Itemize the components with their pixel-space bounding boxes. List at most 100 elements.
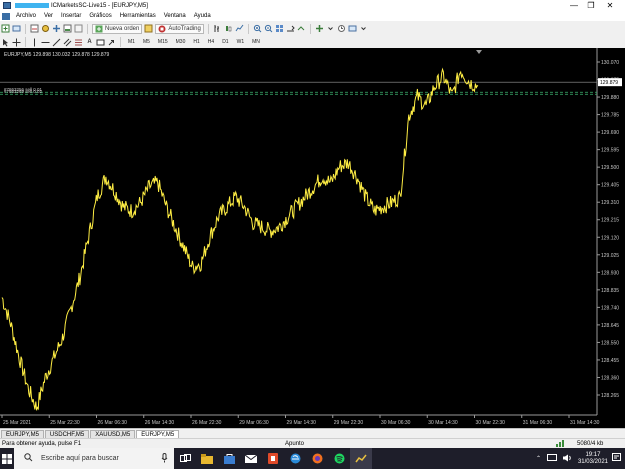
windows-taskbar: Escribe aquí para buscar ⌃ 19:17 31/03/2… <box>0 448 625 469</box>
navigator-icon[interactable] <box>52 24 61 34</box>
candlestick-icon[interactable] <box>224 24 233 34</box>
crosshair-icon[interactable] <box>12 37 21 47</box>
price-tick-label: 129.120 <box>601 235 619 241</box>
indicators-icon[interactable] <box>315 24 324 34</box>
chart-window-icon <box>2 12 10 20</box>
periods-icon[interactable] <box>337 24 346 34</box>
autotrading-button[interactable]: AutoTrading <box>155 23 204 34</box>
terminal-icon[interactable] <box>63 24 72 34</box>
menu-herramientas[interactable]: Herramientas <box>116 13 160 19</box>
firefox-icon[interactable] <box>306 448 328 469</box>
chart-canvas[interactable]: 130.070129.975129.880129.785129.690129.5… <box>0 48 625 428</box>
time-tick-label: 30 Mar 06:30 <box>381 420 411 426</box>
data-window-icon[interactable] <box>41 24 50 34</box>
title-bar: ICMarketsSC-Live15 - [EURJPY,M5] — ❐ ✕ <box>0 0 625 11</box>
minimize-button[interactable]: — <box>567 0 581 11</box>
price-tick-label: 129.025 <box>601 253 619 259</box>
indicators-dropdown-icon[interactable] <box>326 24 335 34</box>
taskbar-search[interactable]: Escribe aquí para buscar <box>14 448 174 469</box>
notifications-icon[interactable] <box>612 453 621 464</box>
new-chart-icon[interactable] <box>1 24 10 34</box>
price-tick-label: 129.405 <box>601 183 619 189</box>
network-icon[interactable] <box>546 453 557 464</box>
clock[interactable]: 19:17 31/03/2021 <box>578 452 608 466</box>
zoom-in-icon[interactable] <box>253 24 262 34</box>
strategy-tester-icon[interactable] <box>74 24 83 34</box>
horizontal-line-icon[interactable] <box>41 37 50 47</box>
chevron-up-icon[interactable]: ⌃ <box>536 455 541 462</box>
price-tick-label: 129.215 <box>601 218 619 224</box>
market-watch-icon[interactable] <box>30 24 39 34</box>
price-chart[interactable]: 130.070129.975129.880129.785129.690129.5… <box>0 48 625 428</box>
close-button[interactable]: ✕ <box>603 0 617 11</box>
price-tick-label: 129.310 <box>601 200 619 206</box>
metatrader-icon[interactable] <box>350 448 372 469</box>
timeframe-h1[interactable]: H1 <box>190 37 202 47</box>
cursor-icon[interactable] <box>1 37 10 47</box>
templates-icon[interactable] <box>348 24 357 34</box>
volume-icon[interactable] <box>562 454 572 464</box>
store-icon[interactable] <box>218 448 240 469</box>
timeframe-w1[interactable]: W1 <box>234 37 248 47</box>
timeframe-h4[interactable]: H4 <box>205 37 217 47</box>
file-explorer-icon[interactable] <box>196 448 218 469</box>
new-order-label: Nueva orden <box>105 25 140 32</box>
price-tick-label: 129.595 <box>601 148 619 154</box>
equidistant-channel-icon[interactable] <box>63 37 72 47</box>
time-tick-label: 29 Mar 14:30 <box>287 420 317 426</box>
price-tick-label: 128.455 <box>601 358 619 364</box>
status-traffic: 5080/4 kb <box>577 441 604 447</box>
templates-dropdown-icon[interactable] <box>359 24 368 34</box>
windows-start-icon[interactable] <box>0 448 14 469</box>
timeframe-d1[interactable]: D1 <box>219 37 231 47</box>
spotify-icon[interactable] <box>328 448 350 469</box>
office-icon[interactable] <box>262 448 284 469</box>
bar-chart-icon[interactable] <box>213 24 222 34</box>
zoom-out-icon[interactable] <box>264 24 273 34</box>
current-price-label: 129.879 <box>600 80 618 86</box>
time-tick-label: 30 Mar 22:30 <box>476 420 506 426</box>
edge-icon[interactable] <box>284 448 306 469</box>
time-tick-label: 26 Mar 14:30 <box>145 420 175 426</box>
price-tick-label: 128.550 <box>601 340 619 346</box>
timeframe-m1[interactable]: M1 <box>125 37 138 47</box>
menu-ayuda[interactable]: Ayuda <box>190 13 215 19</box>
timeframe-mn[interactable]: MN <box>249 37 263 47</box>
menu-ventana[interactable]: Ventana <box>160 13 190 19</box>
app-icon <box>3 2 11 9</box>
vertical-line-icon[interactable] <box>30 37 39 47</box>
mail-icon[interactable] <box>240 448 262 469</box>
timeframe-m15[interactable]: M15 <box>155 37 171 47</box>
timeframe-m30[interactable]: M30 <box>173 37 189 47</box>
chart-shift-icon[interactable] <box>286 24 295 34</box>
timeframe-m5[interactable]: M5 <box>140 37 153 47</box>
clock-time: 19:17 <box>585 451 601 458</box>
time-tick-label: 25 Mar 22:30 <box>50 420 80 426</box>
profiles-icon[interactable] <box>12 24 21 34</box>
autoscroll-icon[interactable] <box>297 24 306 34</box>
line-chart-icon[interactable] <box>235 24 244 34</box>
search-icon <box>24 453 33 464</box>
arrows-icon[interactable] <box>107 37 116 47</box>
toolbar-separator <box>207 23 209 34</box>
symbol-info: EURJPY,M5 129.898 130.032 129.878 129.87… <box>4 52 109 58</box>
text-label-icon[interactable] <box>96 37 105 47</box>
menu-insertar[interactable]: Insertar <box>57 13 85 19</box>
maximize-button[interactable]: ❐ <box>584 0 598 11</box>
fibonacci-icon[interactable] <box>74 37 83 47</box>
chart-shift-marker <box>476 50 482 54</box>
metaeditor-icon[interactable] <box>144 24 153 34</box>
menu-ver[interactable]: Ver <box>40 13 57 19</box>
status-help-text: Para obtener ayuda, pulse F1 <box>2 441 82 447</box>
task-view-icon[interactable] <box>174 448 196 469</box>
time-tick-label: 29 Mar 06:30 <box>239 420 269 426</box>
menu-archivo[interactable]: Archivo <box>12 13 40 19</box>
menu-graficos[interactable]: Gráficos <box>85 13 115 19</box>
new-order-button[interactable]: Nueva orden <box>92 23 143 34</box>
trendline-icon[interactable] <box>52 37 61 47</box>
tile-windows-icon[interactable] <box>275 24 284 34</box>
toolbar-separator <box>87 23 88 34</box>
text-tool-icon[interactable]: A <box>85 37 94 47</box>
microphone-icon[interactable] <box>161 452 168 465</box>
price-tick-label: 128.265 <box>601 393 619 399</box>
